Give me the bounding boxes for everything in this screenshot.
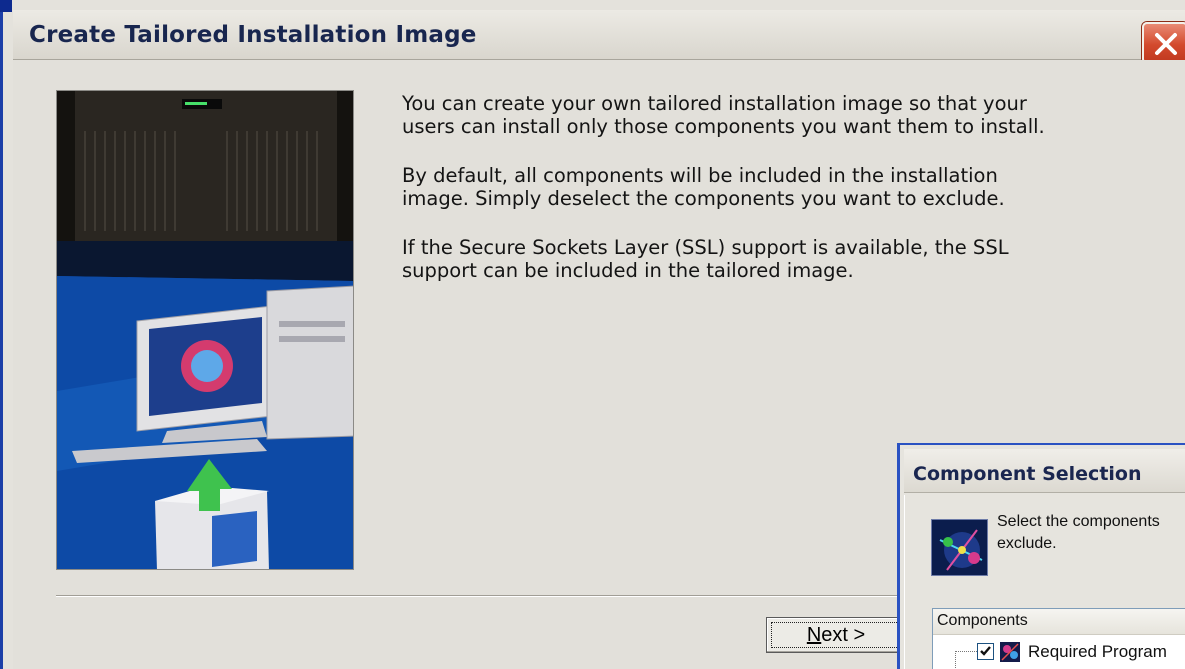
component-description: Select the components exclude. xyxy=(997,513,1160,552)
component-graphic-icon xyxy=(931,519,988,576)
close-icon xyxy=(1155,33,1177,55)
program-icon xyxy=(1000,642,1020,662)
title-bar[interactable]: Create Tailored Installation Image xyxy=(13,10,1185,64)
window-title: Create Tailored Installation Image xyxy=(29,22,477,48)
tree-item-label[interactable]: Required Program xyxy=(1028,642,1185,662)
component-body: Select the components exclude. Component… xyxy=(904,495,1185,669)
installation-illustration xyxy=(56,90,354,570)
next-button[interactable]: Next > xyxy=(766,617,906,653)
checkmark-icon xyxy=(980,646,991,656)
component-window-title: Component Selection xyxy=(913,463,1142,485)
separator xyxy=(56,595,936,597)
component-title-bar[interactable]: Component Selection xyxy=(904,449,1185,493)
intro-paragraph: You can create your own tailored install… xyxy=(402,92,1045,138)
components-tree[interactable]: Components Required Program xyxy=(932,608,1185,669)
components-column-header[interactable]: Components xyxy=(933,609,1185,635)
default-paragraph: By default, all components will be inclu… xyxy=(402,164,1005,210)
close-button[interactable] xyxy=(1142,22,1185,64)
tree-connector xyxy=(955,651,977,652)
component-selection-window: Component Selection Select the component… xyxy=(897,443,1185,669)
required-program-checkbox[interactable] xyxy=(977,643,994,660)
ssl-paragraph: If the Secure Sockets Layer (SSL) suppor… xyxy=(402,236,1009,282)
tree-connector-vertical xyxy=(955,651,956,669)
next-button-label: Next > xyxy=(806,623,866,646)
